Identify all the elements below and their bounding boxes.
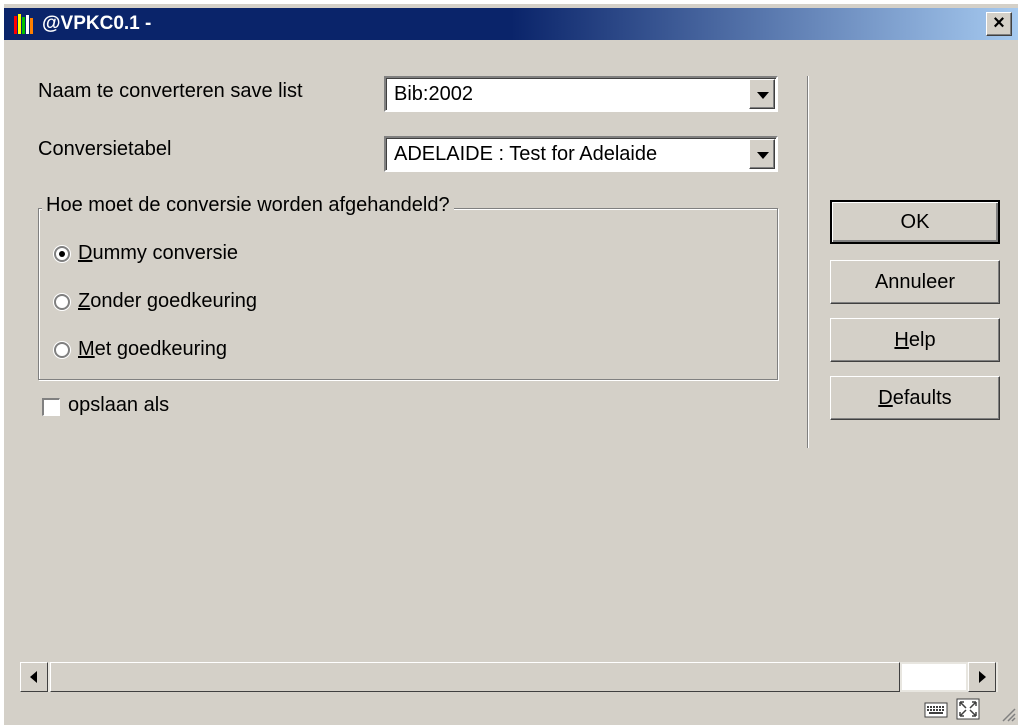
- horizontal-scrollbar[interactable]: [20, 662, 998, 692]
- resize-icon[interactable]: [956, 698, 980, 720]
- savelist-dropdown[interactable]: Bib:2002: [384, 76, 778, 112]
- radio-dummy-conversie-label[interactable]: Dummy conversie: [78, 242, 238, 265]
- button-text: efaults: [892, 387, 952, 409]
- vertical-divider: [807, 76, 809, 448]
- library-books-icon: [14, 14, 33, 34]
- keyboard-icon[interactable]: [924, 698, 948, 720]
- title-bar[interactable]: @VPKC0.1 - ×: [4, 8, 1018, 40]
- arrow-left-icon[interactable]: [20, 662, 48, 692]
- close-icon[interactable]: ×: [986, 12, 1012, 36]
- scrollbar-thumb[interactable]: [50, 662, 900, 692]
- save-as-checkbox[interactable]: [42, 398, 60, 416]
- mnemonic-letter: D: [878, 387, 893, 409]
- radio-zonder-goedkeuring-label[interactable]: Zonder goedkeuring: [78, 290, 257, 313]
- mnemonic-letter: M: [78, 338, 95, 360]
- radio-zonder-goedkeuring[interactable]: [54, 294, 70, 310]
- dialog-window: @VPKC0.1 - × Naam te converteren save li…: [4, 4, 1018, 725]
- ok-button[interactable]: OK: [830, 200, 1000, 244]
- radio-dummy-conversie[interactable]: [54, 246, 70, 262]
- chevron-down-icon[interactable]: [749, 79, 775, 109]
- defaults-button[interactable]: Defaults: [830, 376, 1000, 420]
- save-as-label[interactable]: opslaan als: [68, 394, 169, 417]
- arrow-right-icon[interactable]: [968, 662, 996, 692]
- option-text: ummy conversie: [92, 242, 239, 264]
- option-text: et goedkeuring: [94, 338, 227, 360]
- help-button[interactable]: Help: [830, 318, 1000, 362]
- savelist-value: Bib:2002: [394, 83, 473, 105]
- radio-met-goedkeuring[interactable]: [54, 342, 70, 358]
- savelist-label: Naam te converteren save list: [38, 80, 303, 102]
- mnemonic-letter: H: [894, 329, 909, 351]
- cancel-button[interactable]: Annuleer: [830, 260, 1000, 304]
- mnemonic-letter: Z: [78, 290, 91, 312]
- conversion-table-label: Conversietabel: [38, 138, 172, 160]
- chevron-down-icon[interactable]: [749, 139, 775, 169]
- button-text: elp: [908, 329, 936, 351]
- scrollbar-track[interactable]: [902, 664, 966, 690]
- radio-met-goedkeuring-label[interactable]: Met goedkeuring: [78, 338, 227, 361]
- mnemonic-letter: D: [78, 242, 93, 264]
- group-legend: Hoe moet de conversie worden afgehandeld…: [42, 194, 454, 217]
- window-title: @VPKC0.1 -: [42, 13, 152, 34]
- option-text: onder goedkeuring: [90, 290, 258, 312]
- conversion-table-dropdown[interactable]: ADELAIDE : Test for Adelaide: [384, 136, 778, 172]
- size-grip-icon[interactable]: [998, 704, 1016, 722]
- conversion-table-value: ADELAIDE : Test for Adelaide: [394, 143, 658, 165]
